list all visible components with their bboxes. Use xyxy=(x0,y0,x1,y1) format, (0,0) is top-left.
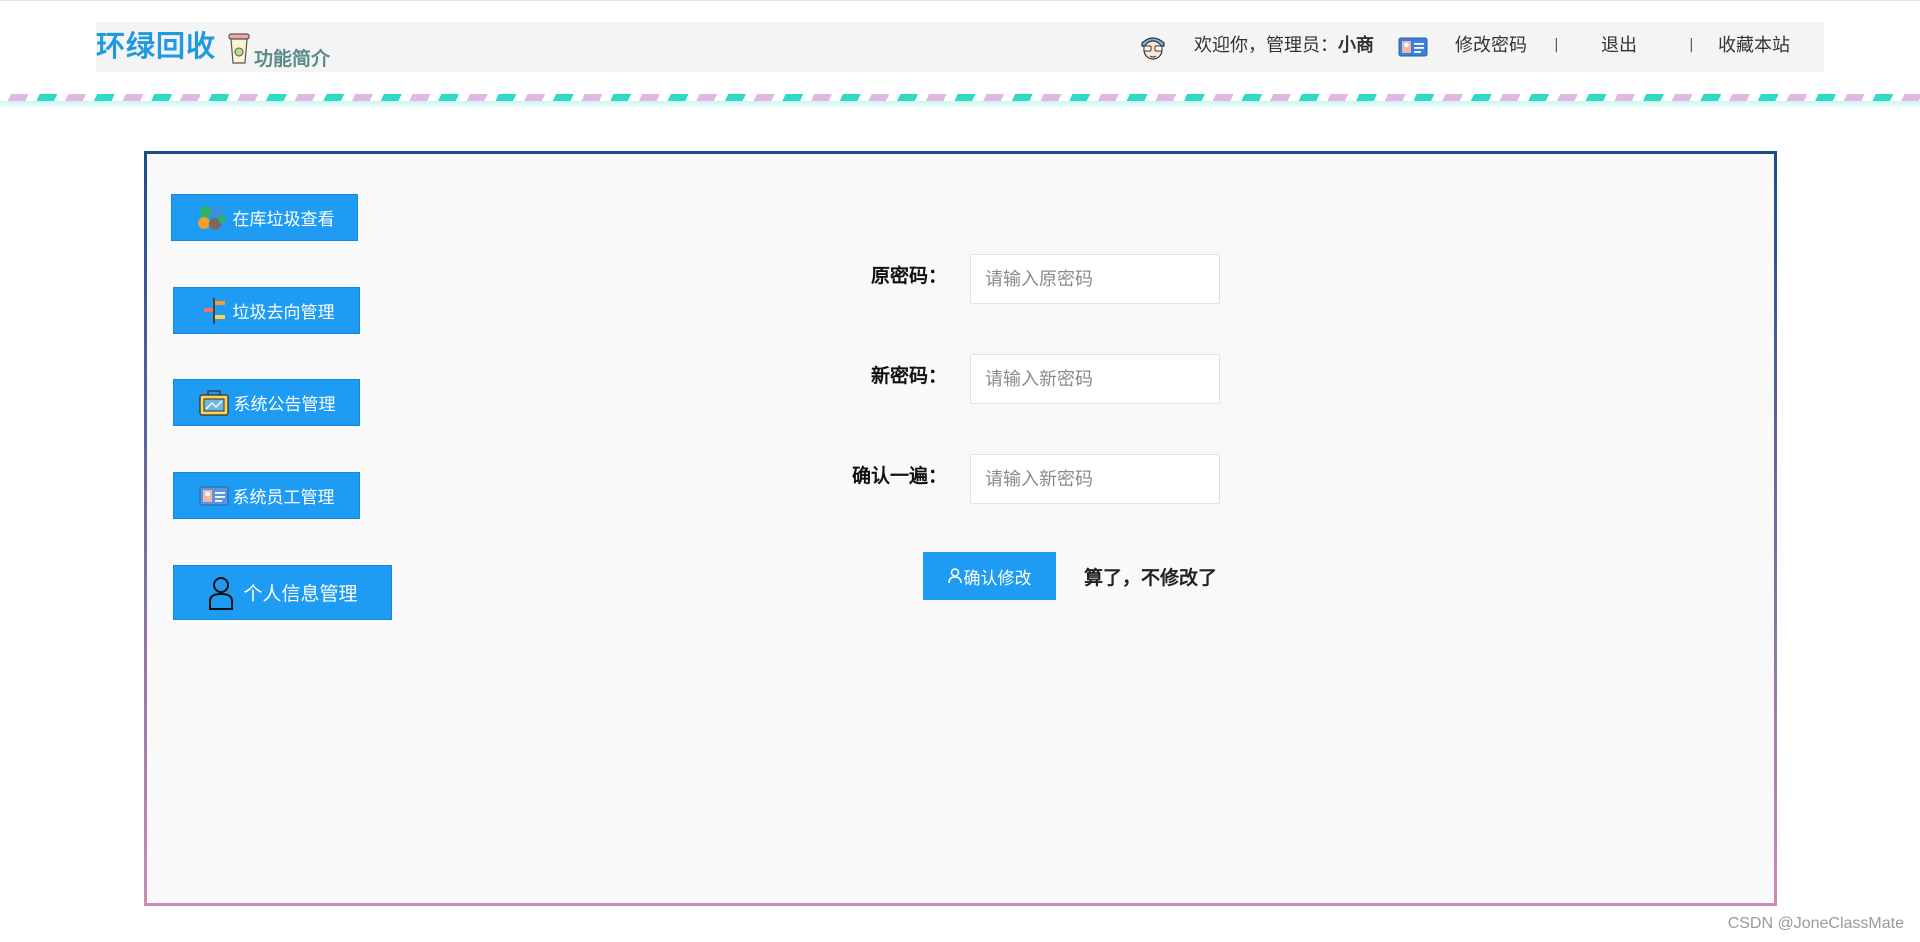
logout-link[interactable]: 退出 xyxy=(1601,35,1637,57)
confirm-change-label: 确认修改 xyxy=(963,568,1032,589)
admin-username: 小商 xyxy=(1338,35,1374,56)
separator: | xyxy=(1554,37,1559,53)
user-outline-icon xyxy=(947,568,962,584)
sidebar-item-label: 系统员工管理 xyxy=(232,488,335,508)
sidebar-item-label: 系统公告管理 xyxy=(233,395,336,415)
welcome-prefix: 欢迎你，管理员： xyxy=(1194,35,1338,56)
header-bar: 环绿回收 功能简介 欢迎你，管理员：小商 修改密码 | 退出 | 收藏本站 xyxy=(96,22,1824,72)
separator: | xyxy=(1689,37,1694,53)
feature-intro-link[interactable]: 功能简介 xyxy=(226,32,330,70)
sidebar-item-destination[interactable]: 垃圾去向管理 xyxy=(173,287,360,334)
brand-logo-text[interactable]: 环绿回收 xyxy=(96,30,216,62)
confirm-password-input[interactable] xyxy=(970,454,1220,504)
feature-intro-label: 功能简介 xyxy=(254,48,331,70)
user-area: 欢迎你，管理员：小商 修改密码 | 退出 | 收藏本站 xyxy=(1124,22,1824,72)
admin-avatar-icon xyxy=(1137,31,1169,67)
sidebar-item-profile[interactable]: 个人信息管理 xyxy=(173,565,392,620)
confirm-change-button[interactable]: 确认修改 xyxy=(923,552,1056,600)
main-panel: 在库垃圾查看 垃圾去向管理 系统公告管理 系统员工管理 个人信息管理 原密码： … xyxy=(144,151,1777,906)
user-icon xyxy=(207,576,235,610)
direction-icon xyxy=(199,296,229,326)
cancel-change-link[interactable]: 算了，不修改了 xyxy=(1084,563,1217,590)
sidebar-item-label: 在库垃圾查看 xyxy=(232,210,335,230)
old-password-input[interactable] xyxy=(970,254,1220,304)
change-password-link[interactable]: 修改密码 xyxy=(1455,35,1527,57)
sidebar-item-inventory[interactable]: 在库垃圾查看 xyxy=(171,194,358,241)
watermark: CSDN @JoneClassMate xyxy=(1727,915,1904,932)
sidebar-item-announcement[interactable]: 系统公告管理 xyxy=(173,379,360,426)
decorative-stripe-glow xyxy=(0,101,1920,109)
top-rule xyxy=(0,0,1920,1)
id-card-icon[interactable] xyxy=(1398,37,1428,61)
announcement-icon xyxy=(198,389,230,417)
welcome-text: 欢迎你，管理员：小商 xyxy=(1194,35,1374,57)
bookmark-link[interactable]: 收藏本站 xyxy=(1718,35,1790,57)
cup-icon xyxy=(226,32,252,70)
decorative-stripe xyxy=(0,94,1920,101)
new-password-input[interactable] xyxy=(970,354,1220,404)
staff-card-icon xyxy=(199,485,229,507)
recycle-icon xyxy=(195,203,229,233)
old-password-label: 原密码： xyxy=(870,265,947,287)
sidebar-item-label: 垃圾去向管理 xyxy=(232,303,335,323)
sidebar-item-staff[interactable]: 系统员工管理 xyxy=(173,472,360,519)
confirm-password-label: 确认一遍： xyxy=(851,465,947,487)
new-password-label: 新密码： xyxy=(870,365,947,387)
sidebar-item-label: 个人信息管理 xyxy=(243,583,358,605)
